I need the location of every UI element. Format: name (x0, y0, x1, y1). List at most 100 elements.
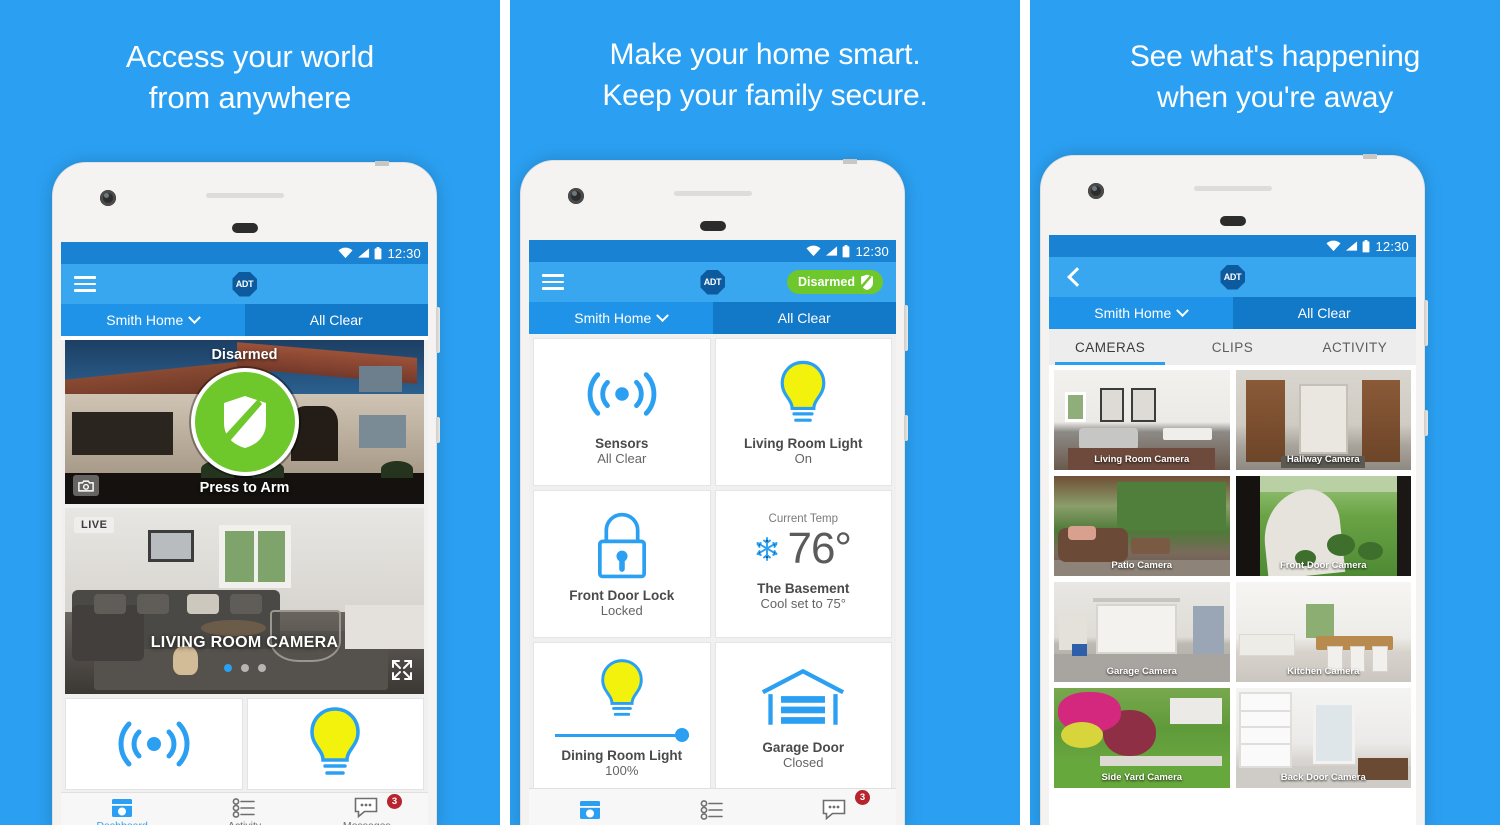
app-bar: ADT (1049, 257, 1416, 297)
camera-tile-hallway[interactable]: Hallway Camera (1235, 370, 1411, 470)
home-name-label: Smith Home (106, 312, 184, 328)
chevron-down-icon (188, 310, 202, 324)
hamburger-menu-icon[interactable] (542, 274, 564, 290)
battery-icon (843, 244, 850, 257)
arm-status-pill[interactable]: Disarmed (787, 270, 883, 294)
bottom-navigation: Dashboard Activity (61, 792, 428, 825)
segment-bar: Smith Home All Clear (1049, 297, 1416, 329)
phone-top-antenna-mark (843, 159, 857, 164)
nav-messages-label: Messages (343, 820, 391, 825)
status-bar: 12:30 (1049, 235, 1416, 257)
headline-line-2: from anywhere (148, 80, 352, 115)
segment-bar: Smith Home All Clear (529, 302, 896, 334)
proximity-sensor (699, 221, 726, 231)
lightbulb-icon (310, 707, 361, 775)
panel-divider (1020, 0, 1030, 825)
power-button (436, 307, 440, 353)
activity-list-icon (233, 797, 256, 818)
tab-activity[interactable]: ACTIVITY (1294, 329, 1416, 365)
garage-door-icon (762, 668, 845, 725)
headline-line-1: Access your world (125, 39, 375, 74)
home-selector[interactable]: Smith Home (1049, 297, 1233, 329)
system-status-segment[interactable]: All Clear (712, 302, 896, 334)
camera-tile-front-door[interactable]: Front Door Camera (1235, 476, 1411, 576)
sensors-tile[interactable] (65, 698, 243, 790)
card-dining-room-light[interactable]: Dining Room Light 100% (533, 642, 711, 790)
system-status-label: All Clear (309, 312, 363, 328)
card-front-door-lock[interactable]: Front Door Lock Locked (533, 490, 711, 638)
camera-tile-garage[interactable]: Garage Camera (1054, 582, 1230, 682)
camera-name: Living Room Camera (1094, 454, 1190, 465)
card-title: Front Door Lock (569, 588, 675, 603)
card-thermostat[interactable]: Current Temp 76° The Basement Cool set t… (714, 490, 892, 638)
fullscreen-expand-icon[interactable] (390, 658, 414, 682)
camera-row: Garage Camera Kitchen Camera (1054, 582, 1411, 682)
carousel-dot[interactable] (240, 664, 249, 672)
battery-icon (375, 246, 382, 259)
system-status-segment[interactable]: All Clear (244, 304, 428, 336)
sensors-signal-icon (118, 721, 190, 767)
system-status-segment[interactable]: All Clear (1232, 297, 1416, 329)
shield-icon (223, 396, 266, 448)
card-garage-door[interactable]: Garage Door Closed (714, 642, 892, 790)
sensors-signal-icon (587, 372, 657, 416)
live-camera-title: LIVING ROOM CAMERA (150, 634, 339, 651)
panel-3-headline: See what's happening when you're away (1030, 36, 1500, 118)
nav-dashboard[interactable] (529, 789, 651, 825)
status-bar-time: 12:30 (855, 243, 889, 259)
headline-line-1: See what's happening (1129, 40, 1421, 73)
arm-status-label: Disarmed (211, 347, 278, 363)
earpiece-speaker (205, 193, 284, 198)
nav-activity-label: Activity (228, 820, 261, 825)
phone-top-antenna-mark (1363, 154, 1377, 159)
camera-tile-back-door[interactable]: Back Door Camera (1235, 688, 1411, 788)
hamburger-menu-icon[interactable] (74, 276, 96, 292)
camera-tile-living-room[interactable]: Living Room Camera (1054, 370, 1230, 470)
messages-badge: 3 (386, 794, 402, 809)
camera-tile-kitchen[interactable]: Kitchen Camera (1235, 582, 1411, 682)
camera-icon[interactable] (73, 475, 99, 496)
nav-messages[interactable]: 3 Messages (306, 793, 428, 825)
promo-panel-1: Access your world from anywhere 12:30 AD… (0, 0, 500, 825)
messages-badge: 3 (854, 790, 870, 805)
nav-activity[interactable]: Activity (183, 793, 305, 825)
tab-clips[interactable]: CLIPS (1171, 329, 1293, 365)
brightness-slider[interactable] (554, 728, 689, 742)
tab-cameras[interactable]: CAMERAS (1049, 329, 1171, 365)
live-camera-card[interactable]: LIVE LIVING ROOM CAMERA (65, 508, 424, 694)
promo-panel-3: See what's happening when you're away 12… (1030, 0, 1500, 825)
camera-tile-patio[interactable]: Patio Camera (1054, 476, 1230, 576)
system-status-label: All Clear (777, 310, 831, 326)
card-sensors[interactable]: Sensors All Clear (533, 338, 711, 486)
home-name-label: Smith Home (574, 310, 652, 326)
dashboard-icon (112, 798, 133, 817)
arm-disarm-hero-card[interactable]: Disarmed Press to Arm (65, 340, 424, 504)
card-living-room-light[interactable]: Living Room Light On (714, 338, 892, 486)
adt-logo-text: ADT (1223, 272, 1242, 282)
nav-activity[interactable] (651, 789, 773, 825)
shield-icon (861, 274, 873, 290)
volume-button (1424, 410, 1428, 436)
nav-messages[interactable]: 3 (774, 789, 896, 825)
camera-name: Garage Camera (1106, 666, 1177, 677)
tab-label: ACTIVITY (1322, 339, 1388, 355)
nav-dashboard-label: Dashboard (96, 820, 147, 825)
home-selector[interactable]: Smith Home (529, 302, 713, 334)
arm-pill-label: Disarmed (798, 275, 855, 289)
carousel-dots[interactable] (65, 664, 424, 672)
carousel-dot[interactable] (257, 664, 266, 672)
camera-tile-side-yard[interactable]: Side Yard Camera (1054, 688, 1230, 788)
home-selector[interactable]: Smith Home (61, 304, 245, 336)
segment-bar: Smith Home All Clear (61, 304, 428, 336)
press-to-arm-button[interactable] (190, 368, 299, 476)
quick-tiles-row (65, 698, 424, 790)
light-tile[interactable] (246, 698, 424, 790)
nav-dashboard[interactable]: Dashboard (61, 793, 183, 825)
carousel-dot[interactable] (223, 664, 232, 672)
wifi-icon (338, 247, 353, 259)
card-subtitle: All Clear (597, 451, 647, 466)
slider-knob[interactable] (674, 728, 689, 742)
status-bar: 12:30 (61, 242, 428, 264)
dashboard-icon (580, 800, 601, 819)
back-chevron-icon[interactable] (1062, 266, 1084, 288)
